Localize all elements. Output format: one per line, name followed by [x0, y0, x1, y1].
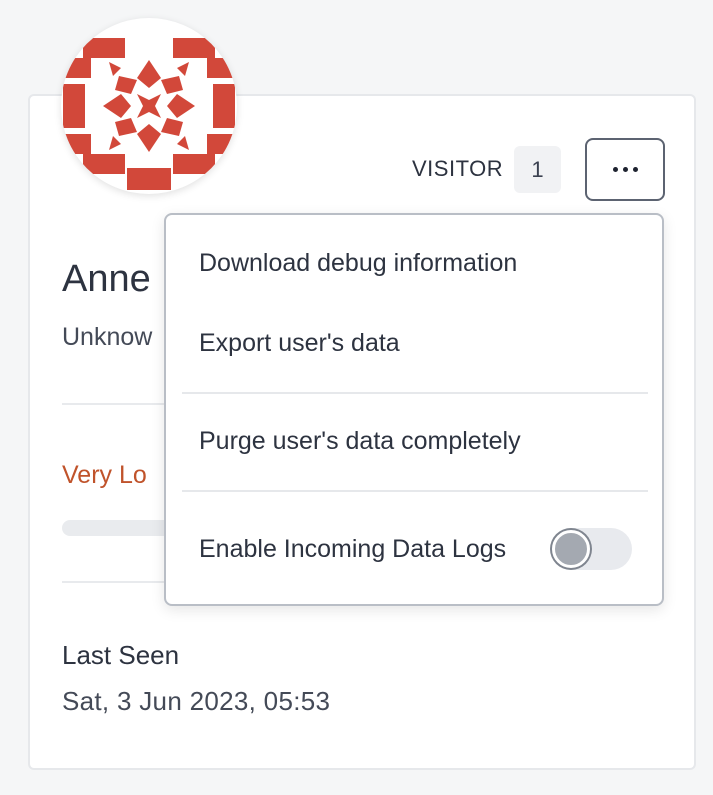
- toggle-knob: [552, 530, 590, 568]
- last-seen-label: Last Seen: [62, 640, 180, 670]
- user-avatar: [61, 18, 237, 194]
- more-dot: [622, 167, 628, 172]
- user-role-label: VISITOR: [412, 156, 504, 181]
- identicon-avatar: [61, 38, 237, 190]
- last-seen-value: Sat, 3 Jun 2023, 05:53: [62, 686, 331, 716]
- engagement-score-label: Very Lo: [62, 461, 147, 489]
- user-location: Unknow: [62, 323, 153, 351]
- more-options-button[interactable]: [585, 138, 665, 201]
- user-name: Anne: [62, 258, 151, 300]
- menu-divider: [182, 490, 648, 492]
- menu-item-download-debug[interactable]: Download debug information: [166, 249, 662, 278]
- more-dot: [632, 167, 638, 172]
- menu-divider: [182, 392, 648, 394]
- incoming-data-logs-toggle[interactable]: [550, 528, 632, 570]
- menu-item-export-data[interactable]: Export user's data: [166, 329, 662, 358]
- menu-item-purge-data[interactable]: Purge user's data completely: [166, 427, 662, 456]
- more-horizontal-icon: [612, 167, 618, 172]
- options-dropdown-menu: Download debug information Export user's…: [164, 213, 664, 606]
- visit-count-badge: 1: [514, 146, 561, 193]
